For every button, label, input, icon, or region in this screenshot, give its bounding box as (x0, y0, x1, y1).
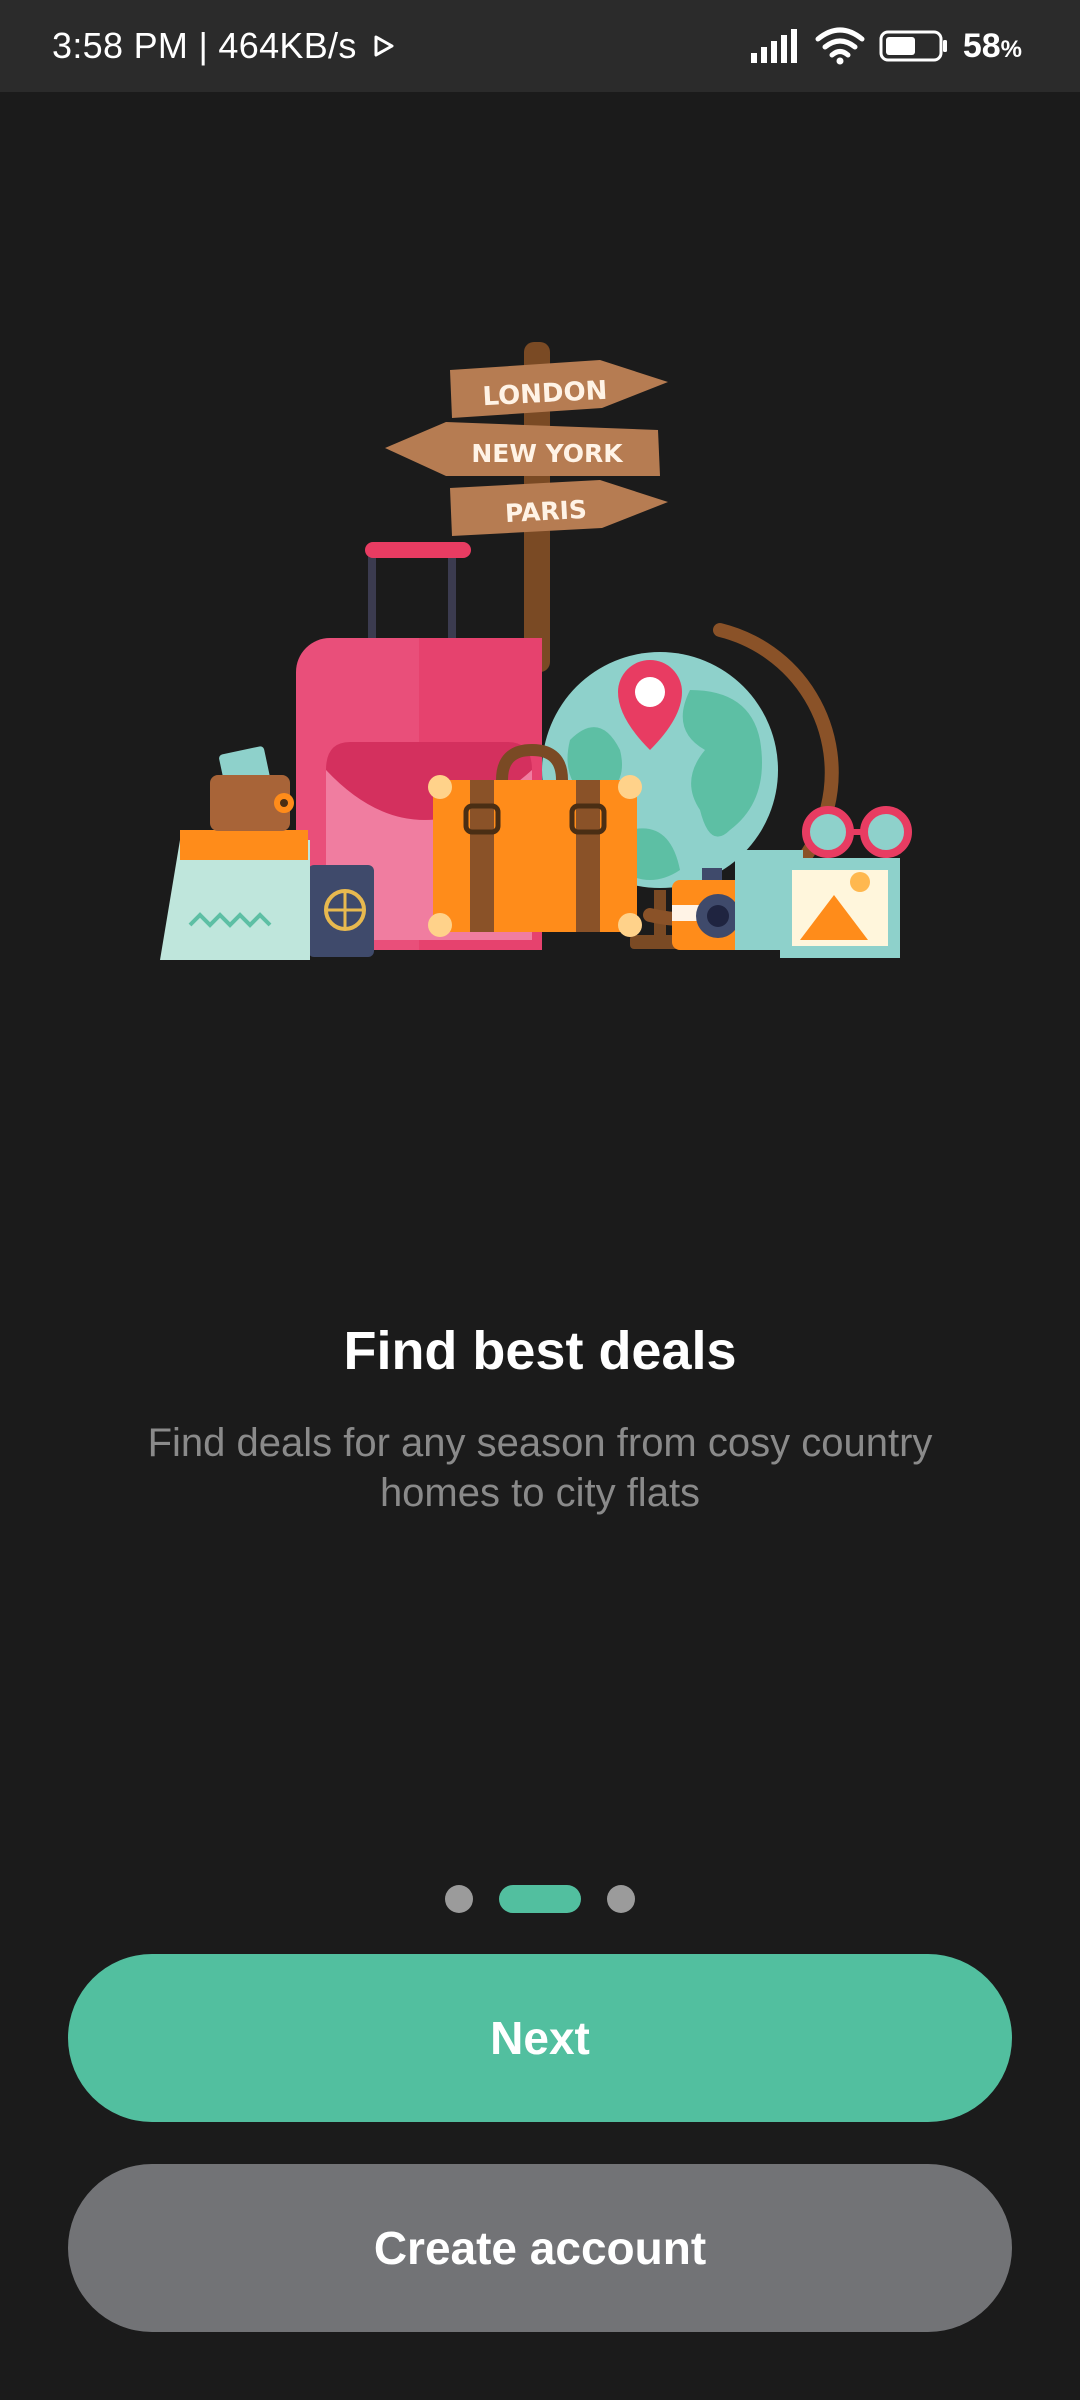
page-title: Find best deals (343, 1321, 737, 1381)
battery-unit: % (1000, 35, 1022, 63)
status-left: 3:58 PM | 464KB/s (52, 0, 395, 92)
battery-percentage: 58% (963, 27, 1022, 66)
page-dot (607, 1885, 635, 1913)
create-account-button[interactable]: Create account (68, 2164, 1012, 2332)
page-dot-active (499, 1885, 581, 1913)
photos-and-glasses (735, 806, 912, 958)
sign-paris: PARIS (450, 480, 668, 536)
signal-icon (750, 29, 797, 63)
travel-illustration: LONDON NEW YORK PARIS (160, 342, 912, 960)
battery-icon (879, 30, 947, 62)
status-bar: 3:58 PM | 464KB/s 58% (0, 0, 1080, 92)
status-time-speed: 3:58 PM | 464KB/s (52, 25, 357, 66)
page-dot (445, 1885, 473, 1913)
page-subtitle: Find deals for any season from cosy coun… (147, 1421, 933, 1515)
sign-london: LONDON (450, 360, 668, 418)
sign-new-york: NEW YORK (385, 422, 660, 476)
passport (308, 865, 374, 957)
status-right: 58% (750, 0, 1022, 92)
battery-level: 58 (962, 26, 1001, 65)
page-indicator (0, 1884, 1080, 1914)
wifi-icon (815, 27, 865, 65)
next-button[interactable]: Next (68, 1954, 1012, 2122)
sign-paris-label: PARIS (504, 495, 587, 528)
sign-new-york-label: NEW YORK (471, 439, 624, 468)
calendar-and-wallet (160, 746, 310, 960)
play-store-icon (374, 35, 394, 57)
